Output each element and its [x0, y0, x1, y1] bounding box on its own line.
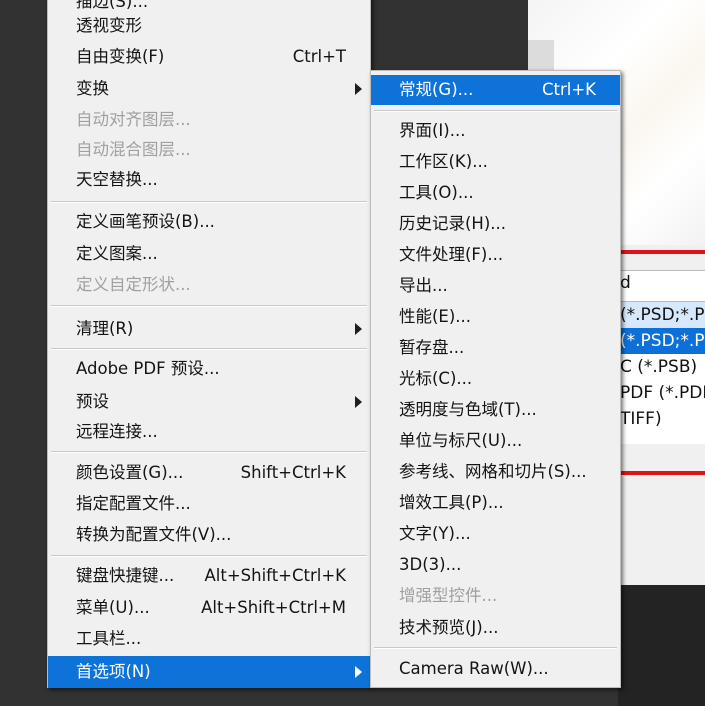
submenu-item-tools[interactable]: 工具(O)... — [371, 178, 620, 208]
submenu-item-interface[interactable]: 界面(I)... — [371, 116, 620, 146]
menu-separator — [51, 348, 367, 350]
menu-separator — [51, 555, 367, 557]
submenu-item-workspace[interactable]: 工作区(K)... — [371, 147, 620, 177]
menu-item-toolbar[interactable]: 工具栏... — [48, 624, 370, 654]
menu-item-free-transform[interactable]: 自由变换(F) Ctrl+T — [48, 42, 370, 72]
menu-item-transform[interactable]: 变换 — [48, 74, 370, 104]
shortcut-label: Ctrl+T — [292, 47, 346, 66]
format-list[interactable]: (*.PSD;*.PD (*.PSD;*.PD C (*.PSB) PDF (*… — [618, 302, 705, 444]
menu-separator — [51, 201, 367, 203]
menu-item-define-custom-shape[interactable]: 定义自定形状... — [48, 270, 370, 300]
filename-text: d — [620, 273, 631, 293]
menu-item-presets[interactable]: 预设 — [48, 387, 370, 417]
submenu-item-technology-previews[interactable]: 技术预览(J)... — [371, 613, 620, 643]
submenu-item-camera-raw[interactable]: Camera Raw(W)... — [371, 654, 620, 684]
format-row[interactable]: C (*.PSB) — [618, 354, 705, 380]
submenu-item-general[interactable]: 常规(G)... Ctrl+K — [371, 75, 620, 105]
menu-item-preferences[interactable]: 首选项(N) — [48, 656, 370, 688]
menu-item-remote-connections[interactable]: 远程连接... — [48, 417, 370, 447]
menu-item-auto-align-layers[interactable]: 自动对齐图层... — [48, 105, 370, 135]
edit-menu: 描边(S)... 透视变形 自由变换(F) Ctrl+T 变换 自动对齐图层...… — [47, 0, 371, 688]
menu-item-sky-replacement[interactable]: 天空替换... — [48, 165, 370, 195]
dark-area — [618, 585, 705, 706]
menu-item-define-brush-preset[interactable]: 定义画笔预设(B)... — [48, 207, 370, 237]
format-row[interactable]: TIFF) — [618, 406, 705, 432]
preferences-submenu: 常规(G)... Ctrl+K 界面(I)... 工作区(K)... 工具(O).… — [370, 70, 621, 688]
submenu-item-plugins[interactable]: 增效工具(P)... — [371, 488, 620, 518]
submenu-item-performance[interactable]: 性能(E)... — [371, 302, 620, 332]
submenu-item-enhanced-controls[interactable]: 增强型控件... — [371, 581, 620, 611]
submenu-item-export[interactable]: 导出... — [371, 271, 620, 301]
submenu-item-file-handling[interactable]: 文件处理(F)... — [371, 240, 620, 270]
submenu-item-units-rulers[interactable]: 单位与标尺(U)... — [371, 426, 620, 456]
submenu-item-cursors[interactable]: 光标(C)... — [371, 364, 620, 394]
submenu-item-transparency-gamut[interactable]: 透明度与色域(T)... — [371, 395, 620, 425]
menu-item-keyboard-shortcuts[interactable]: 键盘快捷键... Alt+Shift+Ctrl+K — [48, 561, 370, 591]
submenu-item-guides-grid-slices[interactable]: 参考线、网格和切片(S)... — [371, 457, 620, 487]
menu-item-adobe-pdf-presets[interactable]: Adobe PDF 预设... — [48, 354, 370, 384]
menu-separator — [51, 305, 367, 307]
menu-item-color-settings[interactable]: 颜色设置(G)... Shift+Ctrl+K — [48, 458, 370, 488]
shortcut-label: Ctrl+K — [541, 80, 596, 99]
menu-item-purge[interactable]: 清理(R) — [48, 314, 370, 344]
menu-item-auto-blend-layers[interactable]: 自动混合图层... — [48, 135, 370, 165]
shortcut-label: Alt+Shift+Ctrl+M — [201, 598, 346, 617]
submenu-arrow-icon — [355, 396, 362, 408]
submenu-arrow-icon — [355, 83, 362, 95]
menu-item-perspective-warp[interactable]: 透视变形 — [48, 11, 370, 41]
format-row[interactable]: (*.PSD;*.PD — [618, 302, 705, 328]
menu-item-convert-to-profile[interactable]: 转换为配置文件(V)... — [48, 520, 370, 550]
menu-separator — [374, 110, 617, 112]
filename-field[interactable]: d — [618, 270, 705, 302]
submenu-item-type[interactable]: 文字(Y)... — [371, 519, 620, 549]
submenu-arrow-icon — [355, 323, 362, 335]
menu-item-assign-profile[interactable]: 指定配置文件... — [48, 489, 370, 519]
menu-separator — [51, 451, 367, 453]
menu-item-define-pattern[interactable]: 定义图案... — [48, 239, 370, 269]
submenu-item-scratch-disks[interactable]: 暂存盘... — [371, 333, 620, 363]
format-row[interactable]: PDF (*.PDF — [618, 380, 705, 406]
menu-item-menus[interactable]: 菜单(U)... Alt+Shift+Ctrl+M — [48, 593, 370, 623]
submenu-arrow-icon — [355, 666, 362, 678]
submenu-item-history[interactable]: 历史记录(H)... — [371, 209, 620, 239]
submenu-item-3d[interactable]: 3D(3)... — [371, 550, 620, 580]
shortcut-label: Shift+Ctrl+K — [240, 463, 346, 482]
red-guide-top — [618, 250, 705, 254]
menu-separator — [374, 647, 617, 649]
shortcut-label: Alt+Shift+Ctrl+K — [204, 566, 347, 585]
format-row[interactable]: (*.PSD;*.PD — [618, 328, 705, 354]
red-guide-bottom — [618, 471, 705, 475]
